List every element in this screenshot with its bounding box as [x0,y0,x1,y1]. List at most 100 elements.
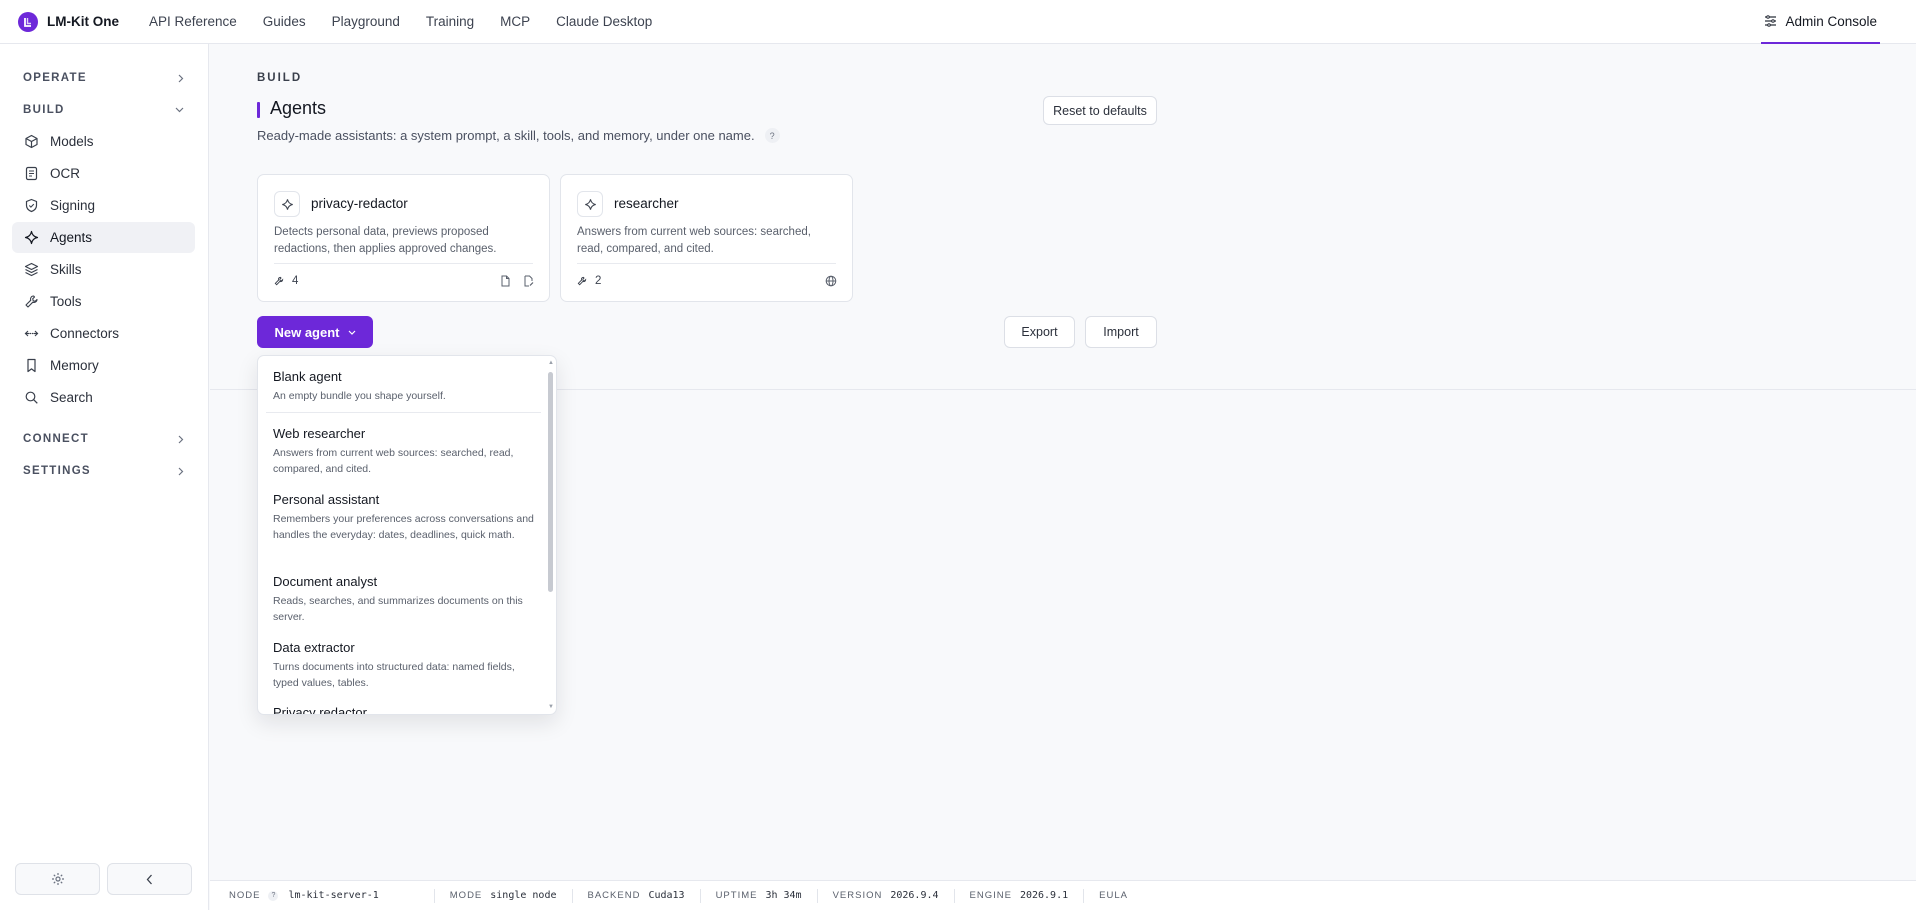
sliders-icon [1765,15,1777,27]
sidebar-item-signing[interactable]: Signing [12,190,195,221]
status-engine: ENGINE 2026.9.1 [970,890,1069,901]
tool-count-value: 2 [595,275,602,287]
sidebar-section-settings[interactable]: SETTINGS [23,461,184,481]
page-eyebrow: BUILD [257,72,303,84]
brand-name: LM-Kit One [47,14,119,29]
title-accent-bar [257,102,260,118]
menu-item-privacy-redactor[interactable]: Privacy redactor [273,705,535,715]
top-nav: API Reference Guides Playground Training… [149,14,678,29]
sidebar-item-skills[interactable]: Skills [12,254,195,285]
chevron-down-icon [348,330,355,335]
menu-item-description: Turns documents into structured data: na… [273,661,515,689]
status-bar: NODE ? lm-kit-server-1 MODE single node … [210,880,1916,910]
sparkle-icon [24,230,39,245]
sidebar-item-models[interactable]: Models [12,126,195,157]
agent-description: Answers from current web sources: search… [577,226,811,255]
sparkle-icon [577,191,603,217]
nav-claude-desktop[interactable]: Claude Desktop [556,14,652,29]
menu-scrollbar-thumb[interactable] [548,372,553,592]
status-separator [953,888,955,903]
agent-tool-count: 4 [274,275,298,287]
tool-count-value: 4 [292,275,299,287]
reset-defaults-button[interactable]: Reset to defaults [1043,96,1157,125]
sidebar-item-search[interactable]: Search [12,382,195,413]
node-help-button[interactable]: ? [268,890,279,901]
settings-button[interactable] [15,863,100,895]
chevron-right-icon [178,435,184,443]
sidebar-section-label: BUILD [23,104,65,116]
menu-scrollbar[interactable]: ▲ ▼ [547,360,554,712]
agent-card-researcher[interactable]: researcher Answers from current web sour… [560,174,853,302]
import-button[interactable]: Import [1085,316,1157,348]
new-agent-menu[interactable]: Blank agent An empty bundle you shape yo… [257,355,557,715]
sidebar-item-label: Models [50,134,94,149]
sidebar-item-label: Tools [50,294,82,309]
sidebar-section-build[interactable]: BUILD [23,100,184,120]
page-subtitle-text: Ready-made assistants: a system prompt, … [257,128,755,143]
document-edit-icon [523,275,534,287]
sidebar-section-label: OPERATE [23,72,87,84]
status-node: NODE ? lm-kit-server-1 [229,890,379,901]
sidebar-item-label: Agents [50,230,93,245]
status-separator [571,888,573,903]
status-value: 2026.9.1 [1019,890,1069,901]
sidebar-item-agents[interactable]: Agents [12,222,195,253]
help-button[interactable]: ? [764,128,780,143]
sidebar-item-label: Skills [50,262,82,277]
eula-link[interactable]: EULA [1099,890,1136,901]
sidebar-section-operate[interactable]: OPERATE [23,68,184,88]
nav-playground[interactable]: Playground [332,14,400,29]
wrench-icon [25,295,38,308]
status-uptime: UPTIME 3h 34m [716,890,802,901]
sidebar-section-connect[interactable]: CONNECT [23,429,184,449]
menu-item-document-analyst[interactable]: Document analyst Reads, searches, and su… [273,574,535,625]
sidebar-item-connectors[interactable]: Connectors [12,318,195,349]
layers-icon [24,262,39,277]
menu-item-title: Personal assistant [273,492,380,507]
collapse-sidebar-button[interactable] [107,863,192,895]
status-label: BACKEND [587,890,641,901]
admin-console-tab[interactable]: Admin Console [1761,0,1880,44]
nav-api-reference[interactable]: API Reference [149,14,237,29]
document-icon [500,275,511,287]
menu-item-personal-assistant[interactable]: Personal assistant Remembers your prefer… [273,492,535,543]
status-value: Cuda13 [648,890,685,901]
sparkle-icon [274,191,300,217]
wrench-icon [274,276,284,286]
nav-training[interactable]: Training [426,14,474,29]
status-label: MODE [449,890,483,901]
export-button[interactable]: Export [1004,316,1075,348]
agent-capability-icons [488,275,534,287]
menu-item-web-researcher[interactable]: Web researcher Answers from current web … [273,426,535,477]
agent-name: privacy-redactor [311,196,408,211]
sidebar-item-label: Memory [50,358,99,373]
connector-icon [24,330,39,337]
bookmark-icon [27,358,36,373]
sidebar-item-label: OCR [50,166,80,181]
status-value: lm-kit-server-1 [288,890,379,901]
nav-guides[interactable]: Guides [263,14,306,29]
sidebar-section-label: CONNECT [23,433,89,445]
top-bar: LM-Kit One API Reference Guides Playgrou… [0,0,1916,44]
agent-description: Detects personal data, previews proposed… [274,226,497,255]
agent-capability-icons [813,275,837,287]
status-separator [816,888,818,903]
sidebar-section-label: SETTINGS [23,465,91,477]
brand[interactable]: LM-Kit One [18,11,119,32]
new-agent-button[interactable]: New agent [257,316,373,348]
agent-card-privacy-redactor[interactable]: privacy-redactor Detects personal data, … [257,174,550,302]
sidebar-item-tools[interactable]: Tools [12,286,195,317]
menu-item-data-extractor[interactable]: Data extractor Turns documents into stru… [273,640,535,691]
sidebar-item-memory[interactable]: Memory [12,350,195,381]
eula-label: EULA [1099,890,1128,901]
scroll-down-arrow-icon[interactable]: ▼ [548,704,554,710]
menu-item-title: Privacy redactor [273,705,367,715]
wrench-icon [577,276,587,286]
menu-item-blank-agent[interactable]: Blank agent An empty bundle you shape yo… [273,369,535,404]
scroll-up-arrow-icon[interactable]: ▲ [548,360,554,366]
chevron-right-icon [178,74,184,82]
nav-mcp[interactable]: MCP [500,14,530,29]
shield-icon [25,198,38,213]
sidebar-item-ocr[interactable]: OCR [12,158,195,189]
page-title: Agents [270,98,327,118]
